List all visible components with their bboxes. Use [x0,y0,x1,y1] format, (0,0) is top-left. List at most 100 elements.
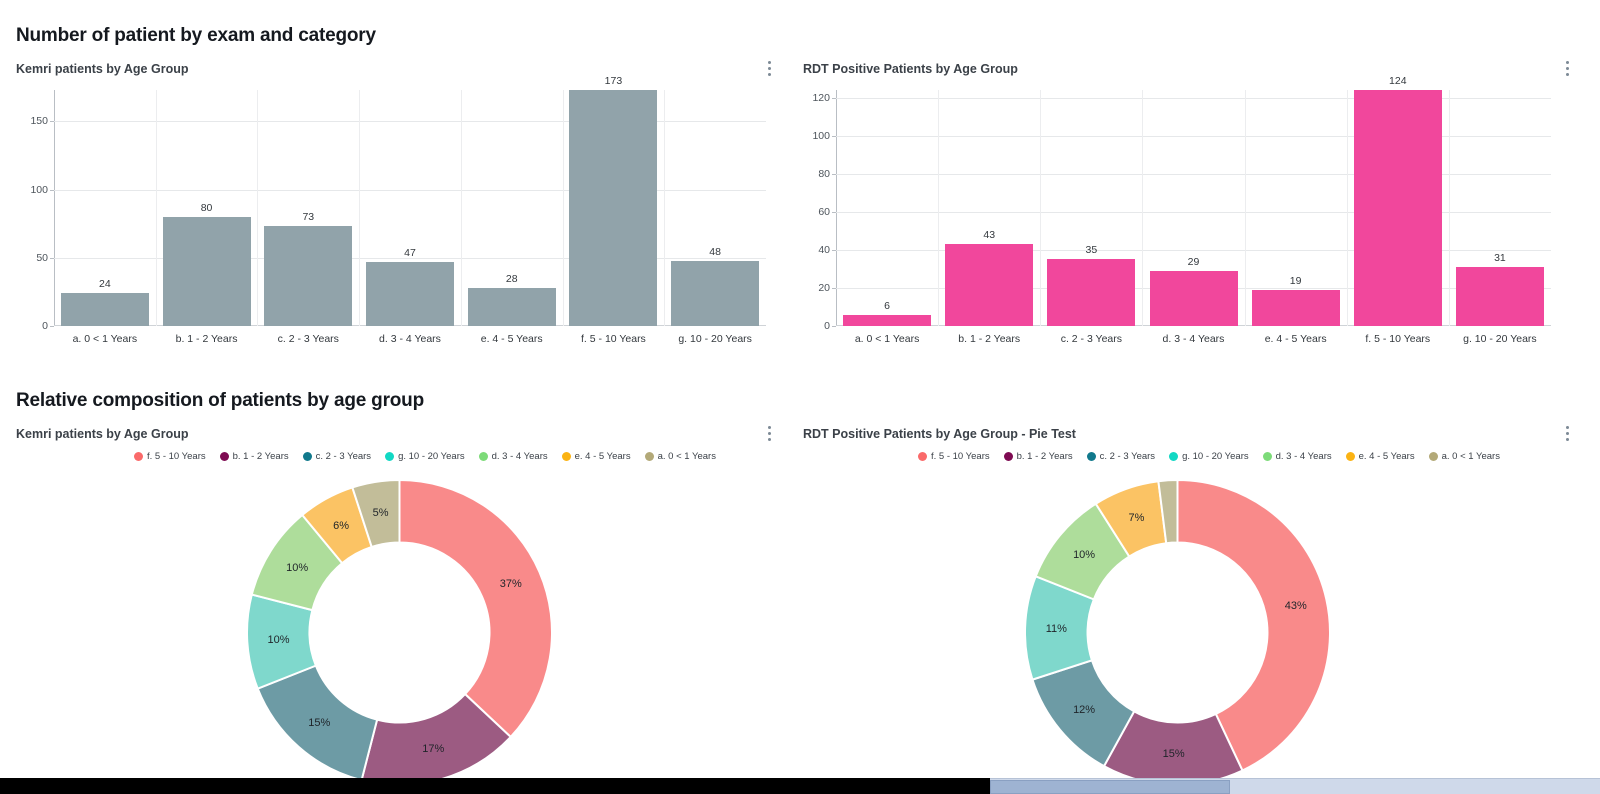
legend-item[interactable]: a. 0 < 1 Years [1428,451,1500,462]
legend-color-swatch-icon [1086,452,1096,461]
pie-slice-label: 6% [333,520,350,533]
x-axis-tick-label: d. 3 - 4 Years [1162,333,1225,345]
bar[interactable]: 73 [264,211,353,326]
pie-slice-label: 37% [499,578,522,591]
legend-item-label: g. 10 - 20 Years [1182,451,1249,462]
x-axis-tick-label: c. 2 - 3 Years [1060,333,1122,345]
bar[interactable]: 173 [569,75,658,326]
gridline [54,189,766,191]
kebab-menu-icon-kemri-pie[interactable] [762,424,776,442]
pie-slice-label: 7% [1128,512,1145,525]
legend-item[interactable]: b. 1 - 2 Years [219,451,289,462]
y-axis-tick-mark [50,326,54,327]
x-axis-tick-label: b. 1 - 2 Years [958,333,1021,345]
pie-slice-label: 10% [286,561,309,574]
bar[interactable]: 29 [1149,256,1238,326]
legend-item-label: b. 1 - 2 Years [1016,451,1073,462]
dashboard-page: Number of patient by exam and category K… [0,0,1600,794]
gridline [836,249,1551,251]
donut-chart-rdt: 43% 15% 12% 11% 10% 7% [1024,478,1331,786]
legend-color-swatch-icon [219,452,229,461]
bar[interactable]: 24 [60,278,149,326]
y-axis-tick-mark [50,257,54,259]
bar[interactable]: 43 [945,229,1034,326]
legend-color-swatch-icon [302,452,312,461]
legend-item[interactable]: g. 10 - 20 Years [1169,451,1249,462]
panel-rdt-positive-bar: RDT Positive Patients by Age Group 0 20 40… [803,60,1569,352]
y-axis-tick-mark [832,173,836,175]
kebab-menu-icon-rdt-pie[interactable] [1560,424,1574,442]
bar-value-label: 24 [99,278,111,291]
pie-slice-label: 15% [308,717,331,730]
pie-slice[interactable] [398,478,553,739]
bar[interactable]: 80 [162,202,251,326]
pie-slice-label: 11% [1045,622,1067,635]
legend-item[interactable]: d. 3 - 4 Years [1262,451,1332,462]
legend-color-swatch-icon [1003,452,1013,461]
vertical-gridline [1244,90,1246,326]
vertical-gridline [359,90,361,326]
bar-value-label: 29 [1187,255,1200,268]
gridline [836,211,1551,213]
legend-item[interactable]: c. 2 - 3 Years [1086,451,1155,462]
y-axis-tick-label: 50 [36,251,48,264]
legend-item[interactable]: a. 0 < 1 Years [644,451,716,462]
bar[interactable]: 47 [366,247,454,326]
legend-item[interactable]: b. 1 - 2 Years [1003,451,1073,462]
pie-slice-label: 10% [1073,549,1096,562]
y-axis-line [54,90,55,326]
y-axis-tick-label: 80 [818,167,830,180]
bar[interactable]: 31 [1455,252,1544,326]
legend-item[interactable]: e. 4 - 5 Years [1345,451,1415,462]
legend-item-label: e. 4 - 5 Years [574,451,631,462]
legend-item[interactable]: c. 2 - 3 Years [302,451,371,462]
bar[interactable]: 6 [843,300,932,326]
y-axis-tick-label: 40 [818,243,830,256]
bar-value-label: 47 [404,246,416,259]
legend-item[interactable]: f. 5 - 10 Years [918,451,990,462]
legend-item[interactable]: d. 3 - 4 Years [478,451,548,462]
y-axis-tick-mark [50,189,54,191]
y-axis-tick-label: 120 [812,91,830,104]
vertical-gridline [1142,90,1144,326]
y-axis-tick-mark [832,135,836,137]
bar[interactable]: 124 [1353,75,1442,326]
x-axis-tick-label: d. 3 - 4 Years [379,333,441,345]
bar[interactable]: 19 [1251,275,1340,326]
bar-value-label: 73 [302,211,315,224]
legend-color-swatch-icon [1428,452,1438,461]
legend-item-label: g. 10 - 20 Years [398,451,465,462]
bar[interactable]: 35 [1047,244,1136,326]
bar[interactable]: 48 [671,246,760,326]
bar-value-label: 48 [709,245,721,258]
y-axis-tick-label: 100 [30,183,48,196]
gridline [836,97,1551,99]
vertical-gridline [257,90,259,326]
legend-item-label: d. 3 - 4 Years [1275,451,1332,462]
x-axis-tick-label: e. 4 - 5 Years [1264,333,1327,345]
gridline [836,173,1551,175]
vertical-gridline [938,90,940,326]
y-axis-tick-mark [832,211,836,213]
panel-kemri-patients-pie: Kemri patients by Age Group f. 5 - 10 Ye… [16,424,776,787]
kebab-menu-icon-rdt-bar[interactable] [1560,59,1574,77]
horizontal-scrollbar[interactable] [990,778,1600,794]
pie-slice-label: 5% [372,506,389,519]
legend-color-swatch-icon [478,452,488,461]
legend-item[interactable]: e. 4 - 5 Years [561,451,631,462]
x-axis-tick-label: f. 5 - 10 Years [581,333,646,345]
legend-color-swatch-icon [134,452,143,461]
legend-color-swatch-icon [1262,452,1272,461]
y-axis-tick-label: 150 [30,115,48,128]
vertical-gridline [1448,90,1450,326]
legend-item[interactable]: g. 10 - 20 Years [385,451,465,462]
bar[interactable]: 28 [467,273,556,326]
kebab-menu-icon-kemri-bar[interactable] [762,59,776,77]
panel-kemri-patients-bar: Kemri patients by Age Group 0 50 100 150 24 a… [16,59,776,352]
legend-item[interactable]: f. 5 - 10 Years [134,451,206,462]
pie-slice-label: 17% [422,742,445,755]
legend-color-swatch-icon [385,452,395,461]
bar-value-label: 35 [1085,244,1098,257]
horizontal-scrollbar-thumb[interactable] [990,780,1230,794]
legend-color-swatch-icon [1345,452,1355,461]
